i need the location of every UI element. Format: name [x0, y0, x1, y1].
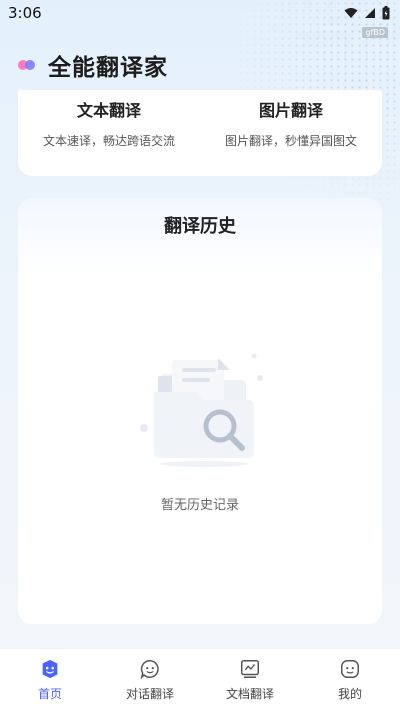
cellular-signal-icon	[365, 8, 375, 18]
feature-title: 图片翻译	[258, 101, 323, 120]
translation-history-panel: 翻译历史 暂无历史记录	[18, 198, 382, 624]
document-chart-icon	[241, 660, 259, 678]
empty-history-text: 暂无历史记录	[160, 498, 239, 513]
network-speed-indicator: gfBD	[362, 27, 388, 38]
chat-icon	[140, 660, 159, 680]
bottom-tab-bar: 首页 对话翻译 文档翻译 我的	[0, 648, 400, 711]
tab-label: 我的	[337, 687, 362, 701]
text-translate-feature[interactable]: 文本翻译 文本速译，畅达跨语交流	[18, 90, 200, 176]
tab-label: 对话翻译	[125, 687, 174, 701]
status-icons	[344, 6, 390, 20]
app-logo-icon	[18, 59, 40, 71]
tab-document-translate[interactable]: 文档翻译	[200, 649, 300, 711]
app-title: 全能翻译家	[48, 55, 168, 81]
profile-face-icon	[341, 660, 359, 678]
feature-description: 文本速译，畅达跨语交流	[42, 134, 175, 148]
home-face-icon	[42, 659, 58, 679]
history-title: 翻译历史	[164, 216, 236, 237]
feature-description: 图片翻译，秒懂异国图文	[224, 134, 357, 148]
status-bar: 3:06	[0, 0, 400, 26]
tab-label: 文档翻译	[225, 687, 274, 701]
app-header: 全能翻译家	[18, 48, 168, 82]
battery-icon	[382, 6, 390, 20]
tab-home[interactable]: 首页	[0, 649, 100, 711]
status-time: 3:06	[8, 4, 42, 22]
empty-folder-search-icon	[140, 353, 263, 467]
tab-label: 首页	[37, 687, 62, 701]
image-translate-feature[interactable]: 图片翻译 图片翻译，秒懂异国图文	[200, 90, 382, 176]
wifi-icon	[344, 8, 358, 18]
feature-card: 文本翻译 文本速译，畅达跨语交流 图片翻译 图片翻译，秒懂异国图文	[18, 90, 382, 176]
feature-title: 文本翻译	[76, 101, 141, 120]
tab-profile[interactable]: 我的	[300, 649, 400, 711]
tab-chat-translate[interactable]: 对话翻译	[100, 649, 200, 711]
